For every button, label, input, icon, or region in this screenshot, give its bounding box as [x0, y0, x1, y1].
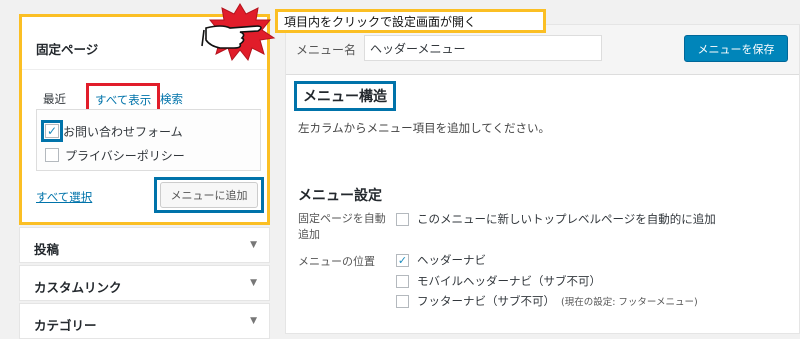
menu-name-input[interactable] [364, 35, 602, 61]
auto-add-option-label: このメニューに新しいトップレベルページを自動的に追加 [417, 212, 716, 226]
pages-checklist: ✓ お問い合わせフォーム プライバシーポリシー [36, 109, 261, 171]
custom-links-panel-title: カスタムリンク [34, 280, 122, 295]
pages-tabs: 最近 すべて表示 検索 [36, 83, 260, 117]
add-button-highlight: メニューに追加 [154, 177, 264, 213]
menu-editor: メニュー名 メニューを保存 メニュー構造 左カラムからメニュー項目を追加してくだ… [285, 24, 800, 334]
location-label: フッターナビ（サブ不可） [417, 294, 555, 308]
location-mobile-header-nav[interactable]: モバイルヘッダーナビ（サブ不可） [396, 273, 601, 289]
menu-structure-description: 左カラムからメニュー項目を追加してください。 [298, 121, 550, 135]
categories-panel[interactable]: カテゴリー ▼ [19, 303, 270, 339]
menu-structure-heading: メニュー構造 [294, 81, 396, 111]
location-label: モバイルヘッダーナビ（サブ不可） [417, 274, 601, 288]
tab-search[interactable]: 検索 [160, 89, 183, 109]
location-label: ヘッダーナビ [417, 253, 486, 267]
checkbox-highlight: ✓ [41, 120, 63, 142]
auto-add-option[interactable]: このメニューに新しいトップレベルページを自動的に追加 [396, 211, 716, 227]
posts-panel[interactable]: 投稿 ▼ [19, 227, 270, 263]
panel-divider [22, 69, 267, 70]
location-footer-nav[interactable]: フッターナビ（サブ不可） (現在の設定: フッターメニュー) [396, 293, 698, 309]
footer-nav-checkbox[interactable] [396, 294, 409, 308]
add-to-menu-button[interactable]: メニューに追加 [160, 182, 258, 208]
pointing-hand-icon [201, 3, 276, 62]
categories-panel-title: カテゴリー [34, 318, 97, 333]
auto-add-label: 固定ページを自動追加 [298, 212, 386, 241]
page-item-contact[interactable]: ✓ お問い合わせフォーム [41, 120, 183, 142]
triangle-down-icon: ▼ [250, 316, 257, 326]
page-item-privacy[interactable]: プライバシーポリシー [45, 146, 185, 164]
menu-settings-heading: メニュー設定 [298, 188, 382, 204]
checkbox-privacy[interactable] [45, 148, 59, 162]
tab-recent[interactable]: 最近 [43, 89, 66, 109]
pages-panel-title[interactable]: 固定ページ [36, 39, 98, 58]
select-all-link[interactable]: すべて選択 [36, 189, 92, 205]
triangle-down-icon: ▼ [250, 240, 257, 250]
save-menu-button[interactable]: メニューを保存 [684, 35, 788, 62]
location-header-nav[interactable]: ✓ ヘッダーナビ [396, 252, 486, 268]
triangle-down-icon: ▼ [250, 278, 257, 288]
mobile-nav-checkbox[interactable] [396, 274, 409, 288]
menu-name-label: メニュー名 [296, 43, 357, 57]
auto-add-checkbox[interactable] [396, 212, 409, 226]
custom-links-panel[interactable]: カスタムリンク ▼ [19, 265, 270, 301]
checkbox-contact[interactable]: ✓ [45, 124, 59, 138]
annotation-callout: 項目内をクリックで設定画面が開く [275, 9, 546, 33]
posts-panel-title: 投稿 [34, 242, 60, 257]
header-nav-checkbox[interactable]: ✓ [396, 253, 409, 267]
menu-items-sidebar: 固定ページ 最近 すべて表示 検索 ✓ お問い合わせフォーム プライバシーポリシ… [19, 14, 270, 339]
page-item-label: お問い合わせフォーム [63, 124, 183, 139]
current-setting-note: (現在の設定: フッターメニュー) [561, 297, 698, 308]
page-item-label: プライバシーポリシー [65, 148, 185, 163]
menu-location-label: メニューの位置 [298, 255, 375, 268]
